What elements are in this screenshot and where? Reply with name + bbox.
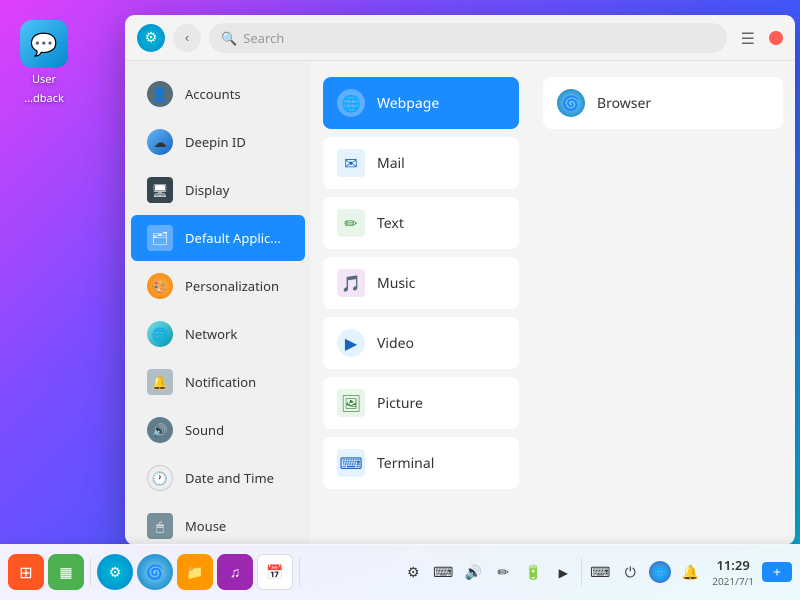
accounts-label: Accounts xyxy=(185,85,241,103)
sound-label: Sound xyxy=(185,421,224,439)
tray-arrow[interactable]: ▶ xyxy=(549,558,577,586)
accounts-icon: 👤 xyxy=(147,81,173,107)
sidebar-item-mouse[interactable]: 🖱 Mouse xyxy=(131,503,305,545)
close-button[interactable] xyxy=(769,31,783,45)
app-item-mail[interactable]: ✉ Mail xyxy=(323,137,519,189)
network-icon: 🌐 xyxy=(147,321,173,347)
webpage-label: Webpage xyxy=(377,94,439,113)
taskbar-tray: ⚙ ⌨ 🔊 ✏ 🔋 ▶ ⌨ ⏻ 🌐 🔔 xyxy=(399,558,704,586)
app-item-video[interactable]: ▶ Video xyxy=(323,317,519,369)
tray-bell[interactable]: 🔔 xyxy=(676,558,704,586)
webpage-icon: 🌐 xyxy=(337,89,365,117)
tray-divider xyxy=(581,558,582,586)
network-label: Network xyxy=(185,325,237,343)
browser-label: Browser xyxy=(597,94,651,113)
text-label: Text xyxy=(377,214,404,233)
taskbar-launcher[interactable]: ⊞ xyxy=(8,554,44,590)
datetime-label: Date and Time xyxy=(185,469,274,487)
sidebar-item-accounts[interactable]: 👤 Accounts xyxy=(131,71,305,117)
apps-panel: 🌐 Webpage ✉ Mail ✏ Text 🎵 Music xyxy=(311,61,531,545)
user-label-2: ...dback xyxy=(24,91,64,106)
back-button[interactable]: ‹ xyxy=(173,24,201,52)
mouse-icon: 🖱 xyxy=(147,513,173,539)
sound-icon: 🔊 xyxy=(147,417,173,443)
right-panel: 🌀 Browser xyxy=(531,61,795,545)
app-item-webpage[interactable]: 🌐 Webpage xyxy=(323,77,519,129)
default-apps-icon: 🗂 xyxy=(147,225,173,251)
sidebar-item-notification[interactable]: 🔔 Notification xyxy=(131,359,305,405)
browser-item[interactable]: 🌀 Browser xyxy=(543,77,783,129)
app-item-text[interactable]: ✏ Text xyxy=(323,197,519,249)
browser-icon: 🌀 xyxy=(557,89,585,117)
taskbar-add-button[interactable]: + xyxy=(762,562,792,582)
tray-kb2[interactable]: ⌨ xyxy=(586,558,614,586)
app-item-picture[interactable]: 🖼 Picture xyxy=(323,377,519,429)
search-placeholder: Search xyxy=(243,29,284,47)
title-bar: ⚙ ‹ 🔍 Search ☰ xyxy=(125,15,795,61)
personalization-icon: 🎨 xyxy=(147,273,173,299)
settings-title-icon: ⚙ xyxy=(137,24,165,52)
tray-volume[interactable]: 🔊 xyxy=(459,558,487,586)
taskbar-time: 11:29 2021/7/1 xyxy=(712,556,754,588)
display-label: Display xyxy=(185,181,229,199)
mouse-label: Mouse xyxy=(185,517,226,535)
search-bar[interactable]: 🔍 Search xyxy=(209,23,727,53)
taskbar-settings[interactable]: ⚙ xyxy=(97,554,133,590)
display-icon: 🖥 xyxy=(147,177,173,203)
tray-earth[interactable]: 🌐 xyxy=(646,558,674,586)
taskbar-files[interactable]: 📁 xyxy=(177,554,213,590)
taskbar-divider-2 xyxy=(299,558,300,586)
terminal-label: Terminal xyxy=(377,454,434,473)
taskbar: ⊞ ▦ ⚙ 🌀 📁 ♫ 📅 ⚙ ⌨ 🔊 ✏ 🔋 ▶ ⌨ ⏻ 🌐 🔔 11:29 … xyxy=(0,544,800,600)
mail-label: Mail xyxy=(377,154,405,173)
taskbar-calendar[interactable]: 📅 xyxy=(257,554,293,590)
time-display: 11:29 xyxy=(716,556,749,574)
sidebar-item-datetime[interactable]: 🕐 Date and Time xyxy=(131,455,305,501)
tray-battery[interactable]: 🔋 xyxy=(519,558,547,586)
menu-button[interactable]: ☰ xyxy=(735,23,761,53)
user-label-1: User xyxy=(32,72,56,87)
default-apps-label: Default Applic... xyxy=(185,229,281,247)
sidebar-item-default-apps[interactable]: 🗂 Default Applic... xyxy=(131,215,305,261)
app-item-terminal[interactable]: ⌨ Terminal xyxy=(323,437,519,489)
desktop-user-icon[interactable]: 💬 User ...dback xyxy=(20,20,68,106)
taskbar-music[interactable]: ♫ xyxy=(217,554,253,590)
personalization-label: Personalization xyxy=(185,277,279,295)
tray-power[interactable]: ⏻ xyxy=(616,558,644,586)
sidebar-item-personalization[interactable]: 🎨 Personalization xyxy=(131,263,305,309)
tray-keyboard[interactable]: ⌨ xyxy=(429,558,457,586)
taskbar-multitask[interactable]: ▦ xyxy=(48,554,84,590)
sidebar-item-deepin-id[interactable]: ☁ Deepin ID xyxy=(131,119,305,165)
video-icon: ▶ xyxy=(337,329,365,357)
video-label: Video xyxy=(377,334,414,353)
music-icon: 🎵 xyxy=(337,269,365,297)
datetime-icon: 🕐 xyxy=(147,465,173,491)
main-content: 🌐 Webpage ✉ Mail ✏ Text 🎵 Music xyxy=(311,61,795,545)
mail-icon: ✉ xyxy=(337,149,365,177)
terminal-icon: ⌨ xyxy=(337,449,365,477)
deepin-id-icon: ☁ xyxy=(147,129,173,155)
music-label: Music xyxy=(377,274,415,293)
sidebar-item-sound[interactable]: 🔊 Sound xyxy=(131,407,305,453)
sidebar-item-network[interactable]: 🌐 Network xyxy=(131,311,305,357)
sidebar: 👤 Accounts ☁ Deepin ID 🖥 Display 🗂 Defau… xyxy=(125,61,311,545)
window-body: 👤 Accounts ☁ Deepin ID 🖥 Display 🗂 Defau… xyxy=(125,61,795,545)
settings-window: ⚙ ‹ 🔍 Search ☰ 👤 Accounts ☁ Deepin ID 🖥 xyxy=(125,15,795,545)
tray-settings[interactable]: ⚙ xyxy=(399,558,427,586)
text-icon: ✏ xyxy=(337,209,365,237)
notification-label: Notification xyxy=(185,373,256,391)
taskbar-divider-1 xyxy=(90,558,91,586)
date-display: 2021/7/1 xyxy=(712,574,754,588)
taskbar-browser[interactable]: 🌀 xyxy=(137,554,173,590)
app-item-music[interactable]: 🎵 Music xyxy=(323,257,519,309)
sidebar-item-display[interactable]: 🖥 Display xyxy=(131,167,305,213)
search-icon: 🔍 xyxy=(221,29,237,47)
picture-label: Picture xyxy=(377,394,423,413)
deepin-id-label: Deepin ID xyxy=(185,133,246,151)
picture-icon: 🖼 xyxy=(337,389,365,417)
notification-icon: 🔔 xyxy=(147,369,173,395)
tray-pen[interactable]: ✏ xyxy=(489,558,517,586)
user-icon-img: 💬 xyxy=(20,20,68,68)
